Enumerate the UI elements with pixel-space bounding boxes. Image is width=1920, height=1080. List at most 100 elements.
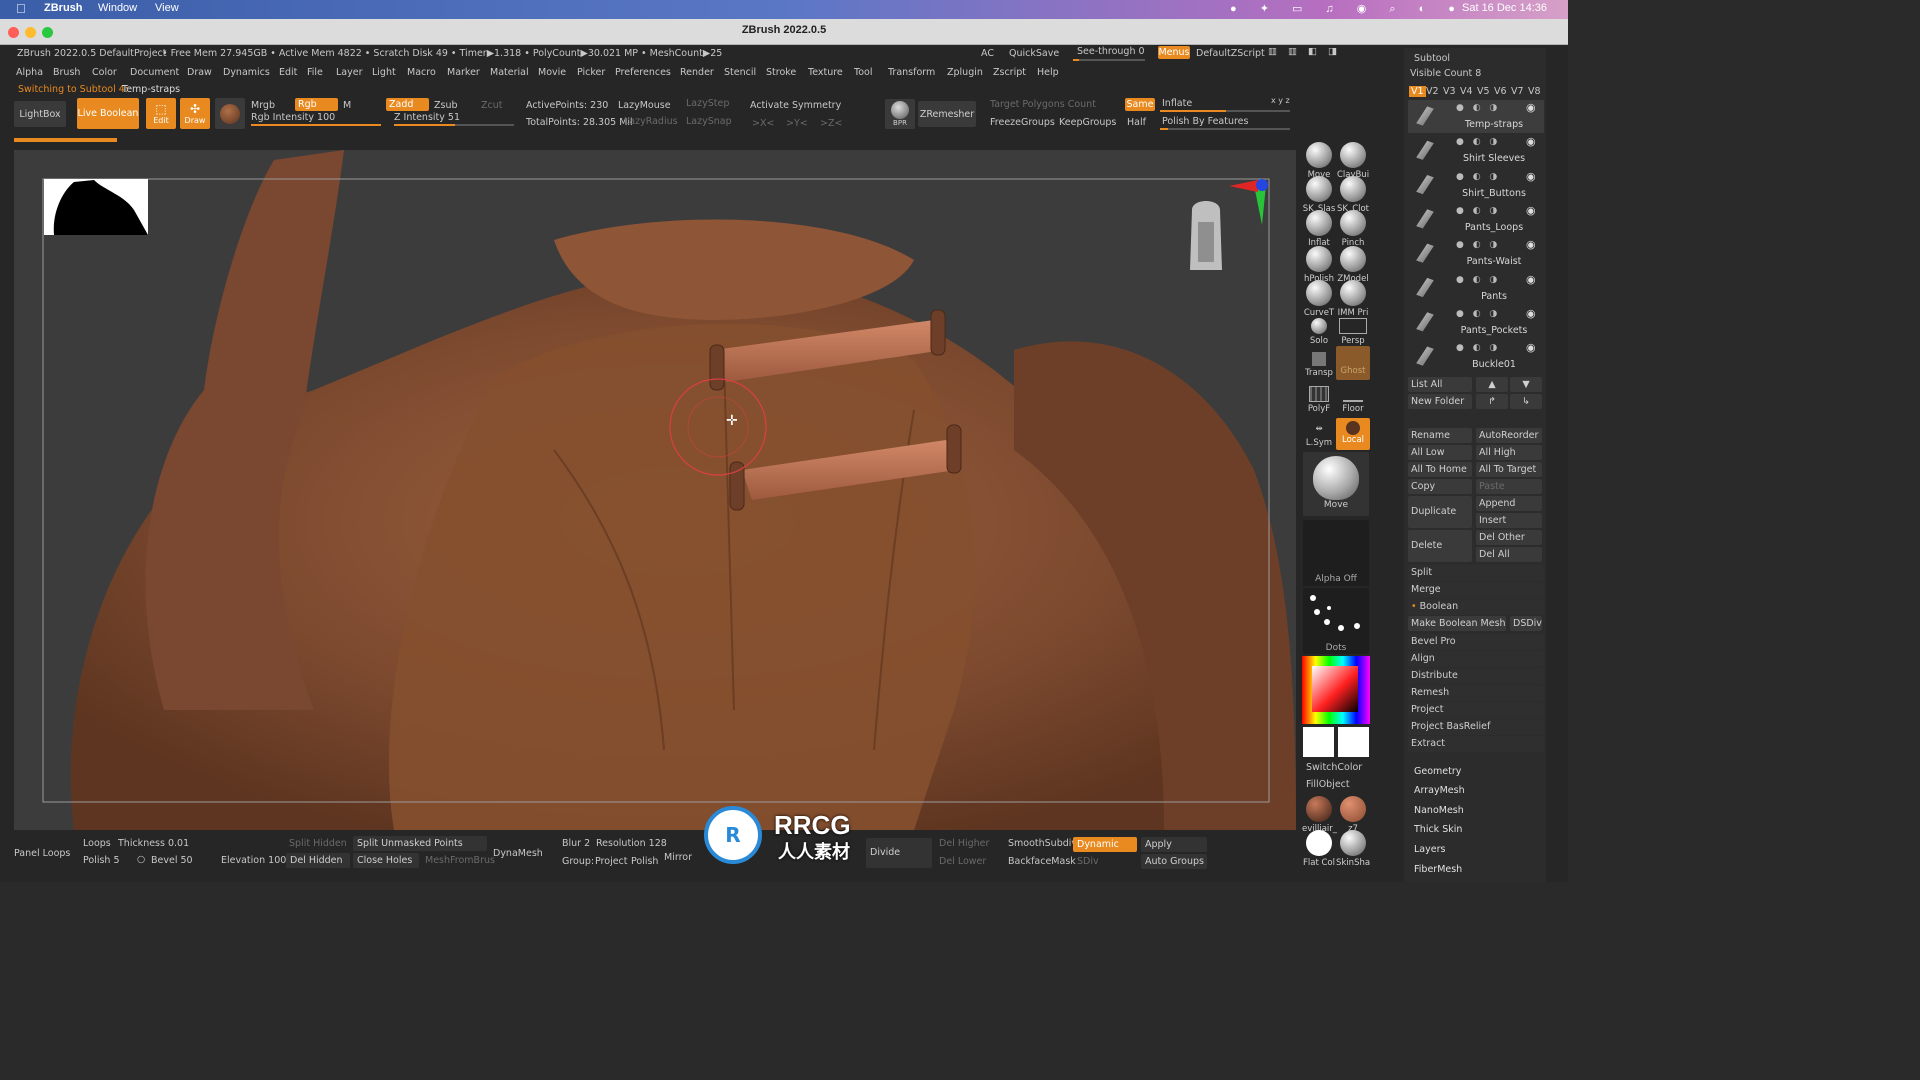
zsub-toggle[interactable]: Zsub	[434, 100, 458, 111]
menu-zplugin[interactable]: Zplugin	[947, 67, 983, 78]
del-hidden-button[interactable]: Del Hidden	[286, 853, 350, 868]
menu-preferences[interactable]: Preferences	[615, 67, 671, 78]
main-color-swatch[interactable]	[1303, 727, 1334, 757]
subtool-toggles[interactable]: ● ◐ ◑	[1456, 309, 1500, 319]
panel-loops-button[interactable]: Panel Loops	[14, 848, 70, 859]
zadd-toggle[interactable]: Zadd	[386, 98, 429, 111]
eye-icon[interactable]: ◉	[1526, 238, 1536, 251]
rgb-intensity-track[interactable]	[251, 124, 381, 126]
lightbox-button[interactable]: LightBox	[14, 101, 66, 127]
menu-tool[interactable]: Tool	[854, 67, 872, 78]
resolution-slider[interactable]: Resolution 128	[596, 838, 667, 849]
material-2[interactable]: z7	[1336, 796, 1370, 834]
eye-icon[interactable]: ◉	[1526, 101, 1536, 114]
menu-file[interactable]: File	[307, 67, 323, 78]
zremesher-button[interactable]: ZRemesher	[918, 101, 976, 127]
menu-texture[interactable]: Texture	[808, 67, 843, 78]
material-1[interactable]: evilliair_	[1302, 796, 1337, 834]
eye-icon[interactable]: ◉	[1526, 204, 1536, 217]
subtool-toggles[interactable]: ● ◐ ◑	[1456, 343, 1500, 353]
m-toggle[interactable]: M	[343, 100, 351, 111]
symmetry-y[interactable]: >Y<	[786, 118, 808, 129]
menu-material[interactable]: Material	[490, 67, 529, 78]
brush-claybui[interactable]: ClayBui	[1336, 142, 1370, 180]
switch-color-button[interactable]: SwitchColor	[1306, 762, 1362, 773]
all-high-button[interactable]: All High	[1476, 445, 1542, 460]
menu-edit[interactable]: Edit	[279, 67, 297, 78]
menu-brush[interactable]: Brush	[53, 67, 80, 78]
menus-toggle[interactable]: Menus	[1158, 46, 1190, 59]
menu-zscript[interactable]: Zscript	[993, 67, 1026, 78]
append-button[interactable]: Append	[1476, 496, 1542, 511]
eye-icon[interactable]: ◉	[1526, 135, 1536, 148]
distribute-section[interactable]: Distribute	[1408, 668, 1544, 684]
polish-radio[interactable]: ○	[137, 854, 145, 865]
brush-curvet[interactable]: CurveT	[1302, 280, 1336, 318]
bevel-pro-section[interactable]: Bevel Pro	[1408, 634, 1544, 650]
same-toggle[interactable]: Same	[1125, 98, 1155, 111]
menu-movie[interactable]: Movie	[538, 67, 566, 78]
smooth-subdiv-toggle[interactable]: SmoothSubdiv	[1008, 838, 1077, 849]
half-toggle[interactable]: Half	[1127, 117, 1146, 128]
auto-reorder-button[interactable]: AutoReorder	[1476, 428, 1542, 443]
dynamesh-button[interactable]: DynaMesh	[493, 848, 543, 859]
mirror-button[interactable]: Mirror	[664, 852, 692, 863]
see-through-track[interactable]	[1073, 59, 1145, 61]
activate-symmetry-toggle[interactable]: Activate Symmetry	[750, 100, 841, 111]
lazystep-slider[interactable]: LazyStep	[686, 98, 729, 109]
del-higher-button[interactable]: Del Higher	[939, 838, 989, 849]
subtool-item[interactable]: ● ◐ ◑ ◉ Pants	[1408, 271, 1544, 305]
menu-help[interactable]: Help	[1037, 67, 1059, 78]
version-tab-v6[interactable]: V6	[1494, 86, 1507, 97]
version-tab-v1[interactable]: V1	[1409, 86, 1426, 97]
eye-icon[interactable]: ◉	[1526, 307, 1536, 320]
subtool-item[interactable]: ● ◐ ◑ ◉ Buckle01	[1408, 340, 1544, 374]
subtool-header[interactable]: Subtool	[1414, 53, 1450, 64]
duplicate-button[interactable]: Duplicate	[1408, 496, 1472, 528]
polish-by-features-track[interactable]	[1160, 128, 1290, 130]
menu-alpha[interactable]: Alpha	[16, 67, 43, 78]
xyz-axis-toggle[interactable]: x y z	[1271, 96, 1290, 105]
color-square[interactable]	[1312, 666, 1358, 712]
canvas-viewport[interactable]: ✛	[14, 150, 1296, 830]
draw-button[interactable]: ✣ Draw	[180, 98, 210, 129]
brush-hpolish[interactable]: hPolish	[1302, 246, 1336, 284]
dynamic-toggle[interactable]: Dynamic	[1073, 837, 1137, 852]
all-to-home-button[interactable]: All To Home	[1408, 462, 1472, 477]
nanomesh-section[interactable]: NanoMesh	[1414, 805, 1464, 816]
move-down-button[interactable]: ▼	[1510, 377, 1542, 392]
menu-marker[interactable]: Marker	[447, 67, 480, 78]
menu-dynamics[interactable]: Dynamics	[223, 67, 270, 78]
make-boolean-mesh-button[interactable]: Make Boolean Mesh	[1408, 616, 1506, 631]
subtool-toggles[interactable]: ● ◐ ◑	[1456, 240, 1500, 250]
keep-groups-toggle[interactable]: KeepGroups	[1059, 117, 1116, 128]
brush-sk-slas[interactable]: SK_Slas	[1302, 176, 1336, 214]
folder-down-button[interactable]: ↳	[1510, 394, 1542, 409]
material-3[interactable]: Flat Col	[1302, 830, 1336, 868]
inflate-slider[interactable]: Inflate	[1162, 98, 1192, 109]
quicksave-button[interactable]: QuickSave	[1009, 48, 1059, 59]
lsym-button[interactable]: ⇹ L.Sym	[1302, 424, 1336, 448]
fill-object-button[interactable]: FillObject	[1306, 779, 1350, 790]
mac-menu-view[interactable]: View	[155, 2, 179, 14]
app-menu-name[interactable]: ZBrush	[44, 2, 83, 14]
subtool-item[interactable]: ● ◐ ◑ ◉ Shirt_Buttons	[1408, 168, 1544, 202]
version-tab-v2[interactable]: V2	[1426, 86, 1439, 97]
symmetry-z[interactable]: >Z<	[820, 118, 842, 129]
apple-icon[interactable]: 	[16, 1, 26, 16]
menu-layer[interactable]: Layer	[336, 67, 363, 78]
subtool-toggles[interactable]: ● ◐ ◑	[1456, 137, 1500, 147]
version-tab-v8[interactable]: V8	[1528, 86, 1541, 97]
auto-groups-button[interactable]: Auto Groups	[1141, 854, 1207, 869]
menu-stroke[interactable]: Stroke	[766, 67, 796, 78]
dsdiv-slider[interactable]: DSDiv	[1510, 616, 1542, 631]
folder-up-button[interactable]: ↱	[1476, 394, 1508, 409]
bevel-slider[interactable]: Bevel 50	[151, 855, 193, 866]
project-section[interactable]: Project	[1408, 702, 1544, 718]
polish-slider[interactable]: Polish 5	[83, 855, 120, 866]
z-intensity-slider[interactable]: Z Intensity 51	[394, 112, 460, 123]
apply-button[interactable]: Apply	[1141, 837, 1207, 852]
menu-picker[interactable]: Picker	[577, 67, 605, 78]
local-button[interactable]: Local	[1336, 418, 1370, 450]
rename-button[interactable]: Rename	[1408, 428, 1472, 443]
